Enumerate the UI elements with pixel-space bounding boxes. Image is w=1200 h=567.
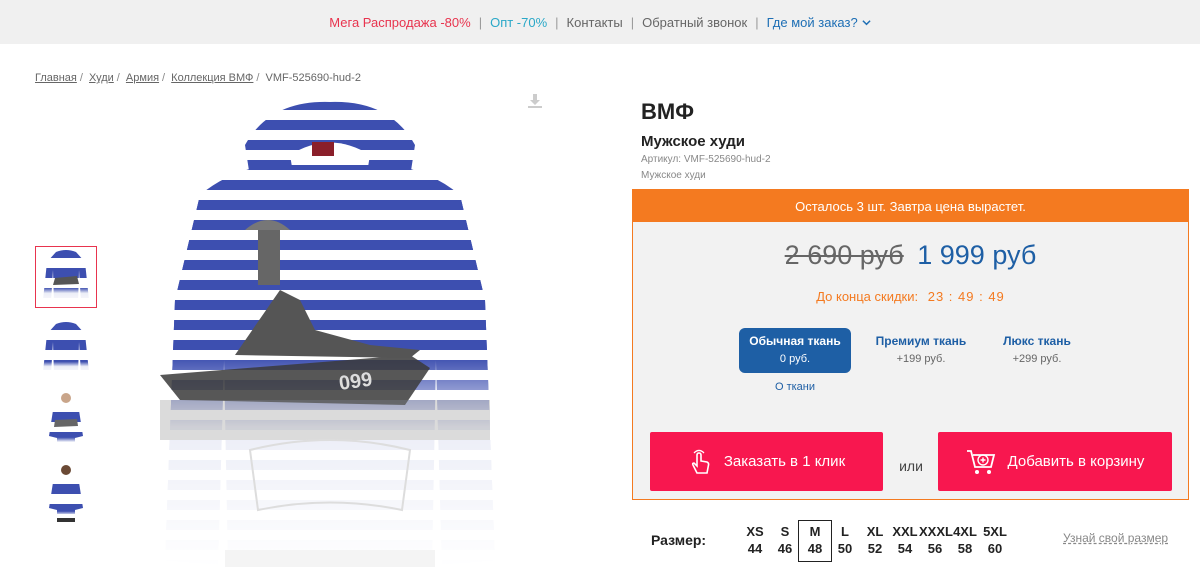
about-fabric-link[interactable]: О ткани — [739, 381, 851, 393]
fabric-option-regular[interactable]: Обычная ткань 0 руб. — [739, 328, 851, 373]
sale-link[interactable]: Мега Распродажа -80% — [329, 15, 470, 30]
breadcrumb-current: VMF-525690-hud-2 — [265, 72, 361, 84]
thumbnail-list — [35, 246, 97, 534]
fabric-option-lux[interactable]: Люкс ткань +299 руб. — [995, 328, 1079, 365]
price-box: Осталось 3 шт. Завтра цена вырастет. 2 6… — [632, 189, 1189, 500]
breadcrumb-collection[interactable]: Коллекция ВМФ — [171, 72, 253, 84]
fabric-price: +199 руб. — [896, 353, 946, 365]
thumbnail-back[interactable] — [35, 318, 97, 380]
order-status-label: Где мой заказ? — [766, 14, 858, 30]
breadcrumb: Главная / Худи / Армия / Коллекция ВМФ / VMF… — [35, 72, 361, 84]
add-to-cart-button[interactable]: Добавить в корзину — [938, 432, 1172, 491]
size-letter: XL — [866, 524, 884, 539]
size-number: 52 — [867, 541, 883, 556]
svg-text:099: 099 — [338, 369, 374, 395]
divider: | — [630, 14, 635, 30]
divider: | — [755, 14, 759, 30]
size-option-4xl[interactable]: 4XL 58 — [948, 520, 982, 562]
fabric-option-premium[interactable]: Премиум ткань +199 руб. — [871, 328, 971, 365]
size-number: 48 — [807, 541, 823, 556]
countdown-label: До конца скидки: — [816, 289, 919, 304]
size-label: Размер: — [651, 532, 707, 548]
thumbnail-front[interactable] — [35, 246, 97, 308]
cart-plus-icon — [966, 449, 995, 474]
size-letter: S — [780, 524, 790, 539]
size-option-xxxl[interactable]: XXXL 56 — [918, 520, 953, 562]
size-number: 56 — [927, 541, 943, 556]
size-number: 50 — [837, 541, 853, 556]
divider: | — [555, 14, 559, 30]
fabric-name: Люкс ткань — [1003, 334, 1071, 348]
thumbnail-model-front[interactable] — [35, 390, 97, 452]
size-number: 54 — [897, 541, 913, 556]
size-selector: XS 44 S 46 M 48 L 50 XL 52 XXL 54 XXXL 56 4XL 58 5XL 60 — [738, 520, 1008, 562]
chevron-down-icon — [862, 19, 871, 25]
fabric-price: 0 руб. — [779, 353, 811, 365]
add-to-cart-label: Добавить в корзину — [1007, 453, 1145, 470]
product-image: 099 — [140, 100, 520, 567]
contacts-link[interactable]: Контакты — [567, 15, 623, 30]
tap-hand-icon — [691, 449, 710, 474]
size-letter: XXL — [892, 524, 918, 539]
breadcrumb-army[interactable]: Армия — [126, 72, 159, 84]
product-article: Артикул: VMF-525690-hud-2 — [641, 154, 771, 165]
size-guide-link[interactable]: Узнай свой размер — [1063, 531, 1168, 545]
size-letter: 4XL — [953, 524, 977, 539]
size-letter: XXXL — [919, 524, 953, 539]
size-number: 60 — [987, 541, 1003, 556]
download-icon[interactable] — [527, 93, 543, 109]
size-letter: 5XL — [983, 524, 1007, 539]
discount-countdown: До конца скидки: 23 : 49 : 49 — [633, 289, 1188, 304]
product-subtitle: Мужское худи — [641, 133, 746, 150]
size-letter: L — [841, 524, 849, 539]
size-option-5xl[interactable]: 5XL 60 — [978, 520, 1012, 562]
size-option-xl[interactable]: XL 52 — [858, 520, 892, 562]
or-separator: или — [899, 458, 923, 474]
size-option-xs[interactable]: XS 44 — [738, 520, 772, 562]
size-option-s[interactable]: S 46 — [768, 520, 802, 562]
size-letter: XS — [746, 524, 764, 539]
breadcrumb-home[interactable]: Главная — [35, 72, 77, 84]
one-click-order-label: Заказать в 1 клик — [723, 453, 846, 470]
countdown-time: 23 : 49 : 49 — [927, 289, 1005, 304]
old-price: 2 690 руб — [784, 240, 904, 270]
price-row: 2 690 руб 1 999 руб — [633, 240, 1188, 271]
size-letter: M — [809, 524, 821, 539]
top-bar: Мега Распродажа -80% | Опт -70% | Контак… — [0, 0, 1200, 44]
one-click-order-button[interactable]: Заказать в 1 клик — [650, 432, 883, 491]
breadcrumb-hoodies[interactable]: Худи — [89, 72, 114, 84]
size-number: 46 — [777, 541, 793, 556]
product-title: ВМФ — [641, 99, 694, 124]
size-option-l[interactable]: L 50 — [828, 520, 862, 562]
fabric-price: +299 руб. — [1012, 353, 1062, 365]
fabric-name: Обычная ткань — [749, 334, 841, 348]
product-category: Мужское худи — [641, 170, 706, 181]
divider: | — [478, 14, 483, 30]
size-number: 44 — [747, 541, 763, 556]
order-status-dropdown[interactable]: Где мой заказ? — [767, 15, 871, 30]
stock-warning-banner: Осталось 3 шт. Завтра цена вырастет. — [633, 190, 1188, 222]
size-option-m[interactable]: M 48 — [798, 520, 832, 562]
size-number: 58 — [957, 541, 973, 556]
new-price: 1 999 руб — [917, 240, 1037, 270]
thumbnail-model-back[interactable] — [35, 462, 97, 524]
fabric-name: Премиум ткань — [875, 334, 967, 348]
size-option-xxl[interactable]: XXL 54 — [888, 520, 922, 562]
wholesale-link[interactable]: Опт -70% — [490, 15, 547, 30]
callback-link[interactable]: Обратный звонок — [642, 15, 747, 30]
